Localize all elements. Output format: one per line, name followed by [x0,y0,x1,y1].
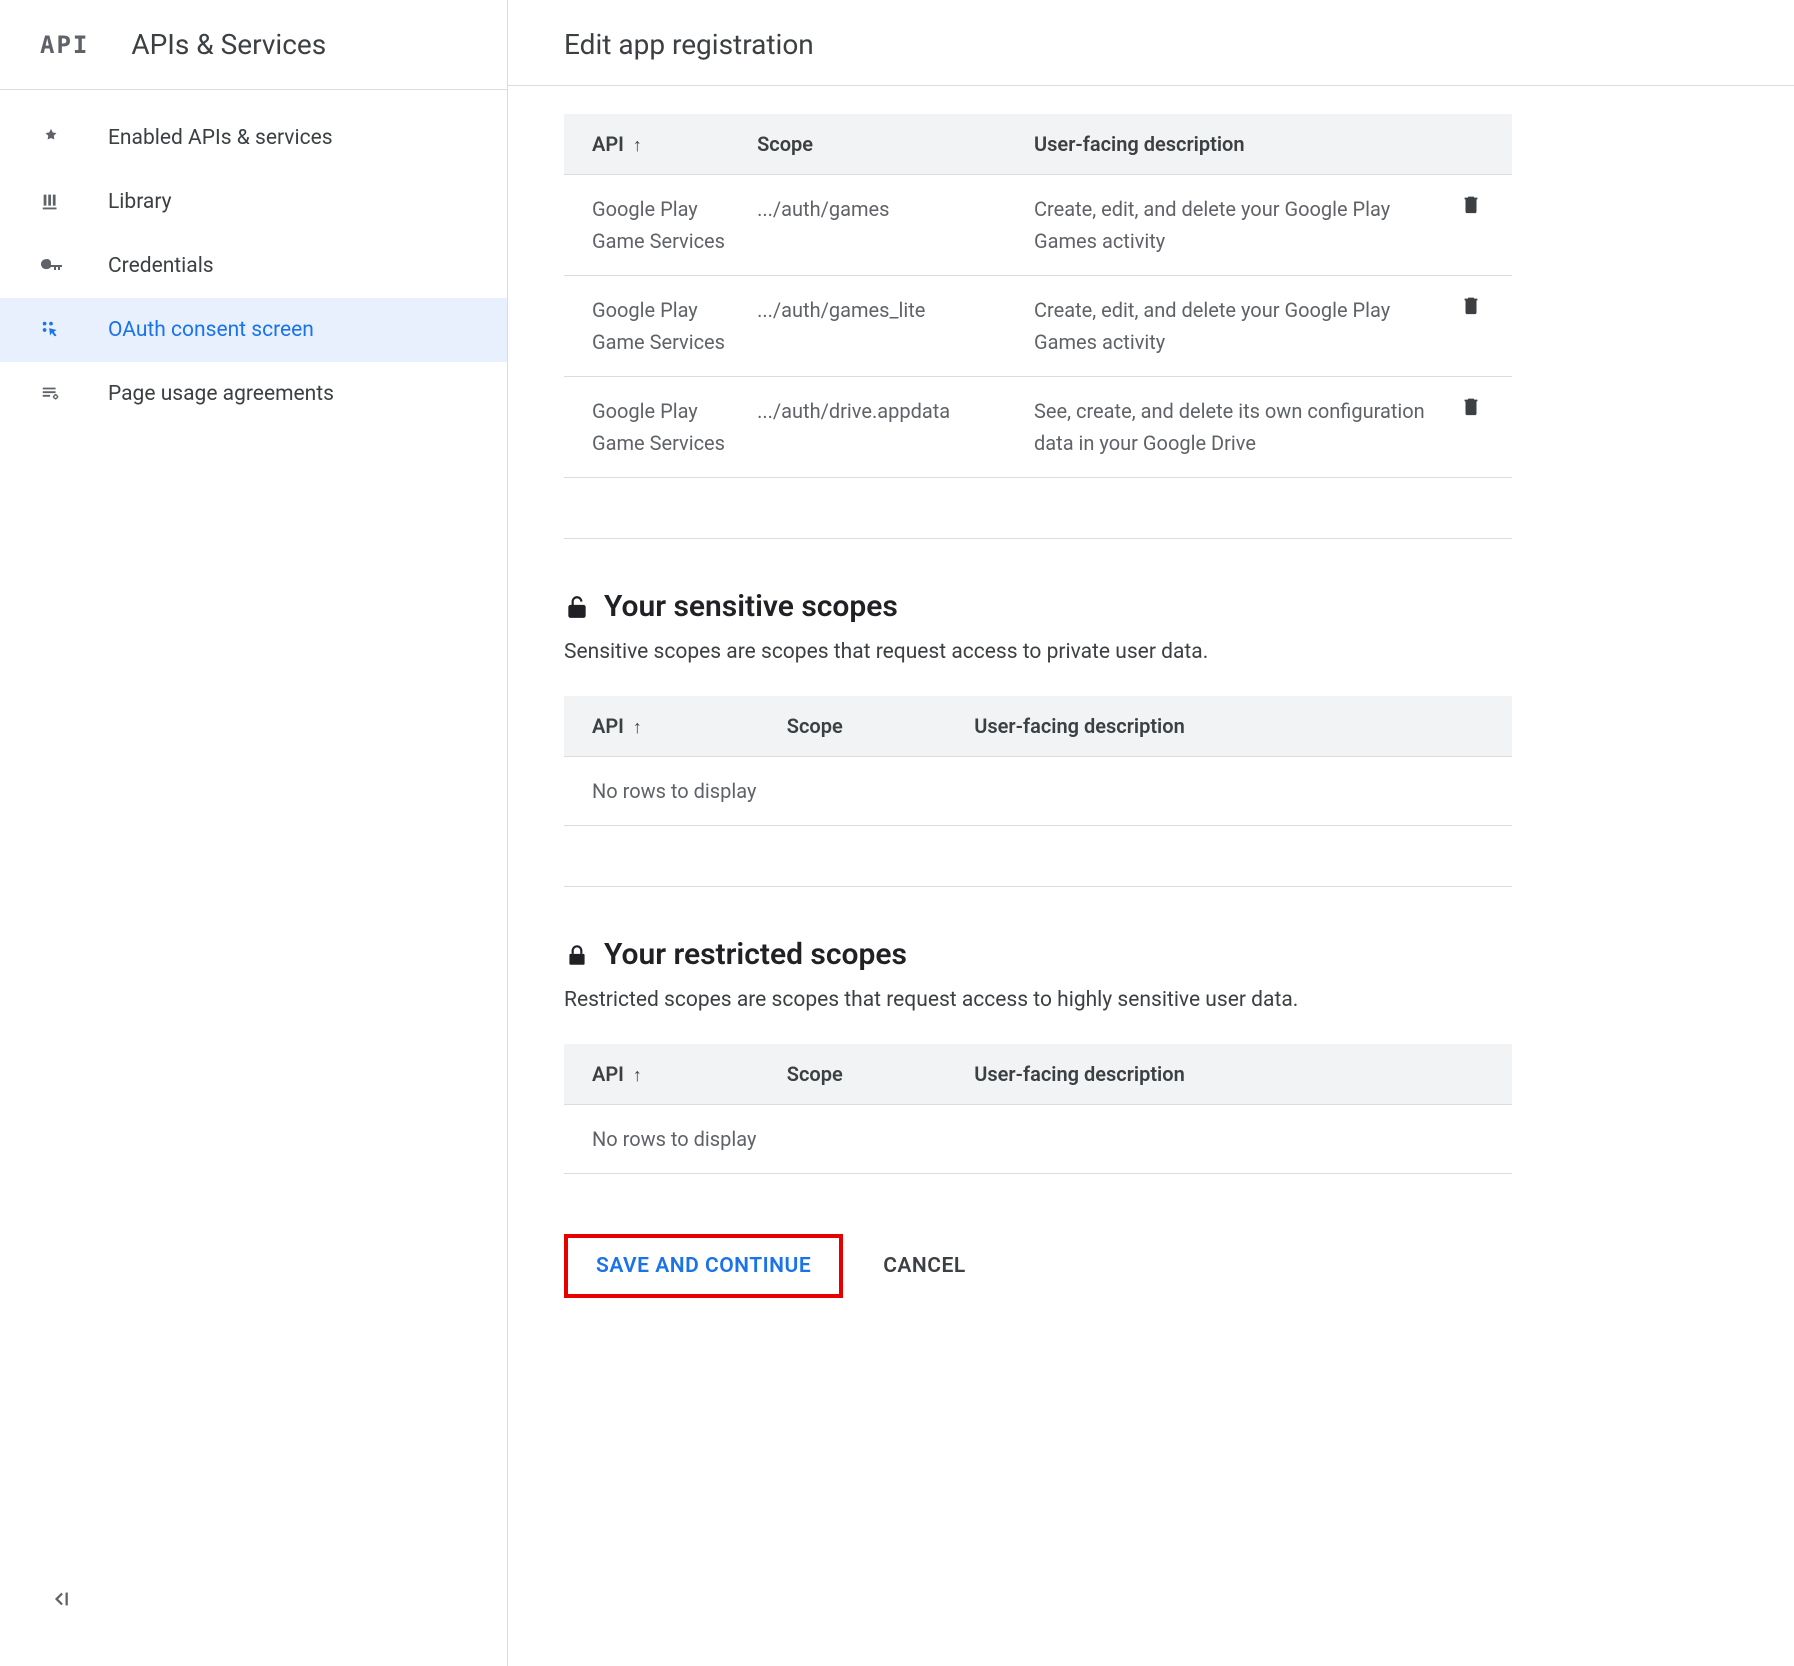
empty-row: No rows to display [564,757,1512,826]
sidebar-item-label: Library [108,190,172,214]
table-row: Google Play Game Services .../auth/drive… [564,377,1512,478]
col-api[interactable]: API ↑ [564,1044,775,1105]
table-row: Google Play Game Services .../auth/games… [564,276,1512,377]
cell-api: Google Play Game Services [564,377,745,478]
sensitive-scopes-title: Your sensitive scopes [564,589,1512,624]
table-row: Google Play Game Services .../auth/games… [564,175,1512,276]
divider [564,538,1512,539]
page-usage-icon [40,382,76,406]
delete-icon[interactable] [1460,294,1500,316]
restricted-scopes-section: Your restricted scopes Restricted scopes… [564,937,1512,1174]
scopes-table: API ↑ Scope User-facing description Goog… [564,114,1512,478]
divider [564,886,1512,887]
save-and-continue-button[interactable]: SAVE AND CONTINUE [564,1234,843,1298]
sidebar-item-label: OAuth consent screen [108,318,314,342]
library-icon [40,190,76,214]
sidebar-header: API APIs & Services [0,8,507,90]
restricted-scopes-title: Your restricted scopes [564,937,1512,972]
sort-asc-icon: ↑ [633,717,642,738]
col-api[interactable]: API ↑ [564,114,745,175]
sidebar-item-credentials[interactable]: Credentials [0,234,507,298]
col-scope[interactable]: Scope [745,114,1022,175]
cell-scope: .../auth/games [745,175,1022,276]
col-api[interactable]: API ↑ [564,696,775,757]
delete-icon[interactable] [1460,193,1500,215]
page-title: Edit app registration [508,0,1794,86]
col-desc[interactable]: User-facing description [1022,114,1448,175]
sensitive-scopes-table: API ↑ Scope User-facing description No r… [564,696,1512,826]
delete-icon[interactable] [1460,395,1500,417]
sort-asc-icon: ↑ [633,135,642,156]
col-scope[interactable]: Scope [775,696,962,757]
col-desc[interactable]: User-facing description [962,1044,1512,1105]
button-row: SAVE AND CONTINUE CANCEL [564,1234,1512,1298]
col-desc[interactable]: User-facing description [962,696,1512,757]
sidebar: API APIs & Services Enabled APIs & servi… [0,0,508,1666]
sidebar-item-library[interactable]: Library [0,170,507,234]
consent-screen-icon [40,318,76,342]
cancel-button[interactable]: CANCEL [883,1238,966,1294]
cell-scope: .../auth/drive.appdata [745,377,1022,478]
cell-scope: .../auth/games_lite [745,276,1022,377]
cell-desc: Create, edit, and delete your Google Pla… [1022,175,1448,276]
sidebar-item-oauth-consent[interactable]: OAuth consent screen [0,298,507,362]
sensitive-scopes-section: Your sensitive scopes Sensitive scopes a… [564,589,1512,826]
sensitive-scopes-desc: Sensitive scopes are scopes that request… [564,640,1512,664]
empty-row: No rows to display [564,1105,1512,1174]
sidebar-title: APIs & Services [131,28,326,61]
collapse-sidebar-button[interactable] [52,1588,74,1610]
api-logo: API [40,31,89,59]
lock-open-icon [564,594,590,620]
restricted-scopes-table: API ↑ Scope User-facing description No r… [564,1044,1512,1174]
sort-asc-icon: ↑ [633,1065,642,1086]
col-scope[interactable]: Scope [775,1044,962,1105]
lock-icon [564,942,590,968]
sidebar-item-page-usage[interactable]: Page usage agreements [0,362,507,426]
sidebar-item-label: Enabled APIs & services [108,126,333,150]
cell-desc: Create, edit, and delete your Google Pla… [1022,276,1448,377]
sidebar-item-enabled-apis[interactable]: Enabled APIs & services [0,106,507,170]
main-content: Edit app registration API ↑ Scope User-f… [508,0,1794,1666]
enabled-apis-icon [40,126,76,150]
cell-api: Google Play Game Services [564,276,745,377]
cell-desc: See, create, and delete its own configur… [1022,377,1448,478]
restricted-scopes-desc: Restricted scopes are scopes that reques… [564,988,1512,1012]
sidebar-item-label: Credentials [108,254,214,278]
cell-api: Google Play Game Services [564,175,745,276]
sidebar-item-label: Page usage agreements [108,382,334,406]
key-icon [40,254,76,278]
